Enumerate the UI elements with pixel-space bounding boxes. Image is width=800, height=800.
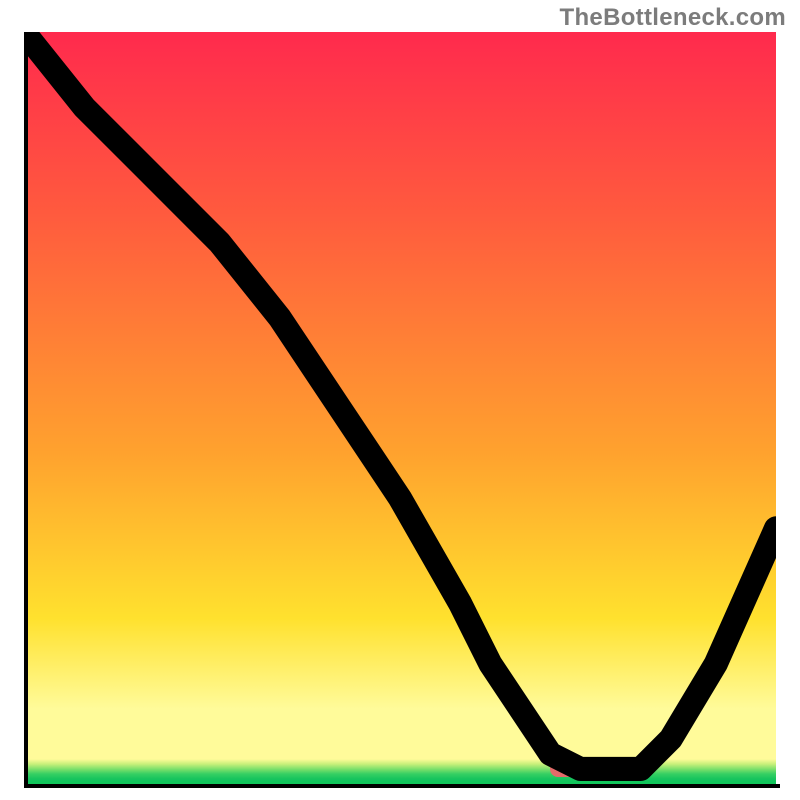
bottleneck-chart: TheBottleneck.com [0,0,800,800]
curve-svg [24,32,776,784]
plot-area [24,32,776,784]
bottleneck-curve-path [24,32,776,769]
watermark-text: TheBottleneck.com [560,4,786,32]
